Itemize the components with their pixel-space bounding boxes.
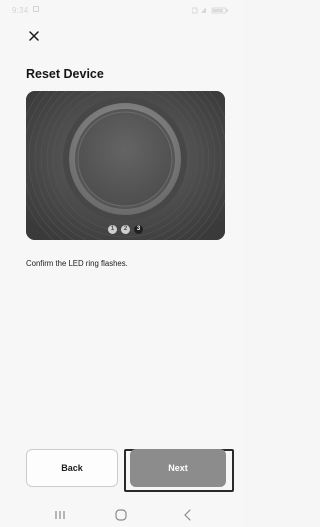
device-illustration: 1 2 3: [26, 91, 225, 240]
step-dot-1: 1: [108, 225, 117, 234]
home-button[interactable]: [111, 508, 131, 522]
status-time: 9:34: [12, 6, 29, 15]
status-bar: 9:34: [0, 0, 242, 20]
instruction-text: Confirm the LED ring flashes.: [26, 259, 128, 268]
page-title: Reset Device: [26, 67, 104, 81]
recent-apps-button[interactable]: [50, 508, 70, 522]
status-indicators: [191, 6, 230, 16]
back-nav-icon: [184, 509, 191, 521]
signal-battery-icon: [191, 7, 228, 14]
close-icon: [29, 31, 39, 41]
reset-device-screen: 9:34 Reset Device 1 2 3 Confirm the LED …: [0, 0, 242, 527]
home-icon: [115, 509, 127, 521]
recent-apps-icon: [55, 511, 65, 519]
system-navigation-bar: [0, 504, 242, 527]
notification-icon: [33, 6, 39, 12]
back-button[interactable]: Back: [26, 449, 118, 487]
next-button[interactable]: Next: [130, 449, 226, 487]
step-indicator: 1 2 3: [26, 225, 225, 234]
close-button[interactable]: [26, 28, 42, 44]
back-nav-button[interactable]: [178, 508, 198, 522]
led-ring-device-image: [26, 91, 225, 240]
step-dot-2: 2: [121, 225, 130, 234]
step-dot-3-active: 3: [134, 225, 143, 234]
